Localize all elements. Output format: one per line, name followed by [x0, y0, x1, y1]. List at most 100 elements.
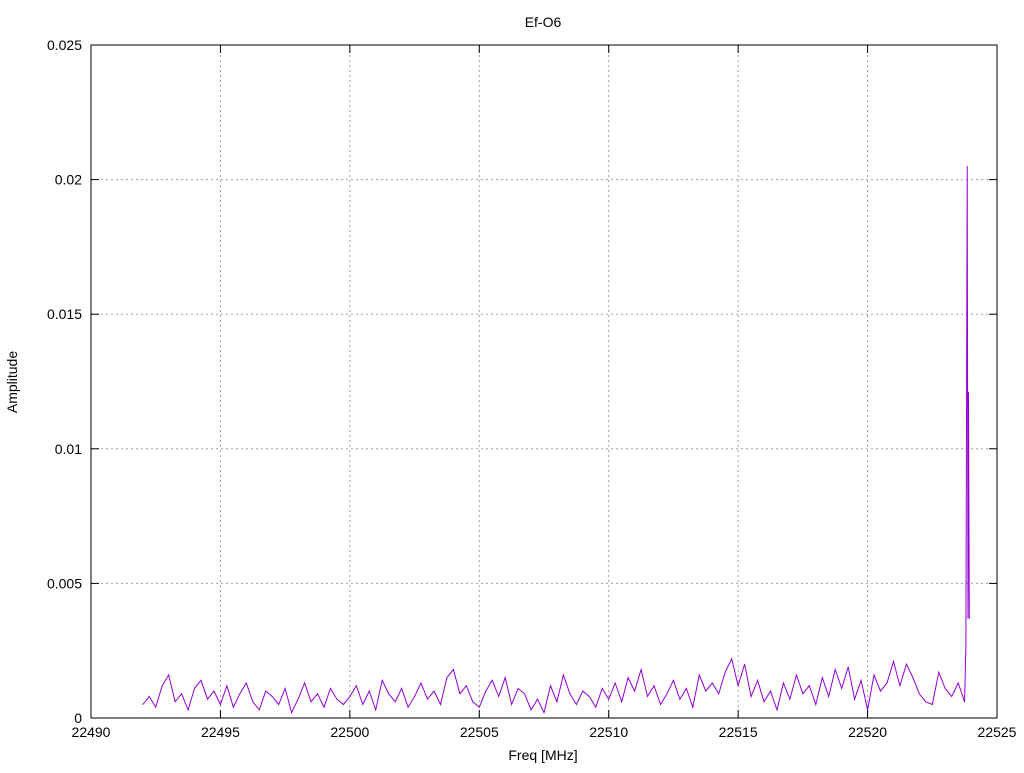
- data-point: [899, 685, 901, 687]
- data-point: [912, 677, 914, 679]
- x-axis-label: Freq [MHz]: [508, 747, 577, 763]
- data-point: [918, 693, 920, 695]
- data-point: [284, 687, 286, 689]
- data-point: [245, 682, 247, 684]
- data-point: [705, 690, 707, 692]
- y-tick-label: 0.02: [55, 172, 82, 188]
- data-point: [614, 682, 616, 684]
- data-point: [336, 698, 338, 700]
- data-point: [511, 704, 513, 705]
- data-point: [368, 690, 370, 692]
- data-point: [498, 696, 500, 697]
- data-point: [627, 677, 629, 679]
- plot-frame: [90, 44, 998, 719]
- data-point: [608, 698, 610, 700]
- data-point: [673, 679, 674, 681]
- data-point: [873, 674, 875, 676]
- data-point: [453, 669, 454, 670]
- data-point: [692, 706, 694, 708]
- data-point: [174, 701, 176, 703]
- data-point: [537, 698, 538, 700]
- data-point: [278, 704, 280, 705]
- data-point: [394, 701, 396, 703]
- x-tick-label: 22515: [719, 724, 758, 740]
- data-point: [757, 679, 758, 681]
- data-point: [860, 679, 862, 681]
- data-point: [893, 661, 894, 662]
- data-point: [342, 704, 344, 705]
- data-point: [951, 696, 953, 697]
- data-point: [880, 690, 881, 692]
- data-point: [968, 391, 969, 393]
- y-tick-label: 0.025: [47, 37, 82, 53]
- data-point: [323, 706, 325, 708]
- data-point: [239, 693, 241, 695]
- data-point: [964, 701, 966, 703]
- data-point: [194, 687, 195, 689]
- data-point: [258, 709, 260, 711]
- data-point: [634, 690, 635, 692]
- data-point: [465, 685, 467, 687]
- data-point: [854, 698, 856, 700]
- y-tick-label: 0.015: [47, 306, 82, 322]
- data-point: [187, 709, 189, 711]
- data-point: [595, 706, 597, 708]
- data-point: [563, 674, 564, 676]
- x-tick-label: 22490: [72, 724, 111, 740]
- chart: Ef-O6 Freq [MHz] Amplitude 22490 22495 225…: [4, 14, 1017, 763]
- data-point: [420, 682, 422, 684]
- data-point: [297, 698, 299, 700]
- data-point: [815, 704, 817, 705]
- data-point: [802, 693, 804, 695]
- x-tick-label: 22510: [589, 724, 628, 740]
- series-line: [142, 166, 970, 715]
- data-point: [168, 674, 170, 676]
- data-point: [653, 685, 655, 687]
- data-point: [265, 690, 267, 692]
- data-point: [666, 693, 668, 695]
- data-point: [731, 658, 733, 660]
- data-point: [938, 671, 940, 673]
- data-point: [640, 669, 642, 670]
- data-point: [621, 701, 623, 703]
- data-point: [957, 682, 959, 684]
- y-tick-label: 0: [74, 710, 82, 726]
- data-point: [485, 690, 487, 692]
- data-point: [310, 701, 312, 703]
- data-point: [967, 617, 969, 619]
- data-point: [148, 696, 150, 697]
- data-point: [213, 690, 215, 692]
- data-point: [304, 682, 305, 684]
- data-point: [601, 687, 603, 689]
- axis-ticks: 22490 22495 22500 22505 22510 22515 22520 22525…: [47, 37, 1017, 740]
- data-point: [724, 671, 726, 673]
- data-point: [821, 677, 823, 679]
- data-point: [252, 701, 254, 703]
- data-point: [181, 693, 183, 695]
- data-point: [317, 693, 318, 695]
- data-point: [718, 693, 720, 695]
- data-point: [446, 677, 448, 679]
- data-point: [795, 674, 797, 676]
- data-point: [407, 706, 409, 708]
- data-point: [232, 706, 234, 708]
- x-tick-label: 22495: [201, 724, 240, 740]
- data-point: [491, 679, 493, 681]
- data-point: [828, 696, 830, 697]
- data-point: [647, 696, 648, 697]
- data-point: [401, 687, 403, 689]
- data-point: [142, 704, 144, 705]
- y-tick-label: 0.01: [55, 441, 82, 457]
- data-point: [737, 685, 739, 687]
- data-point: [433, 690, 435, 692]
- data-point: [504, 677, 506, 679]
- data-point: [750, 696, 752, 697]
- data-point: [330, 687, 331, 689]
- data-point: [679, 698, 681, 700]
- y-axis-label: Amplitude: [4, 351, 20, 413]
- data-point: [886, 682, 888, 684]
- data-point: [200, 679, 202, 681]
- data-point: [478, 706, 480, 708]
- data-point: [459, 693, 461, 695]
- data-point: [931, 704, 933, 705]
